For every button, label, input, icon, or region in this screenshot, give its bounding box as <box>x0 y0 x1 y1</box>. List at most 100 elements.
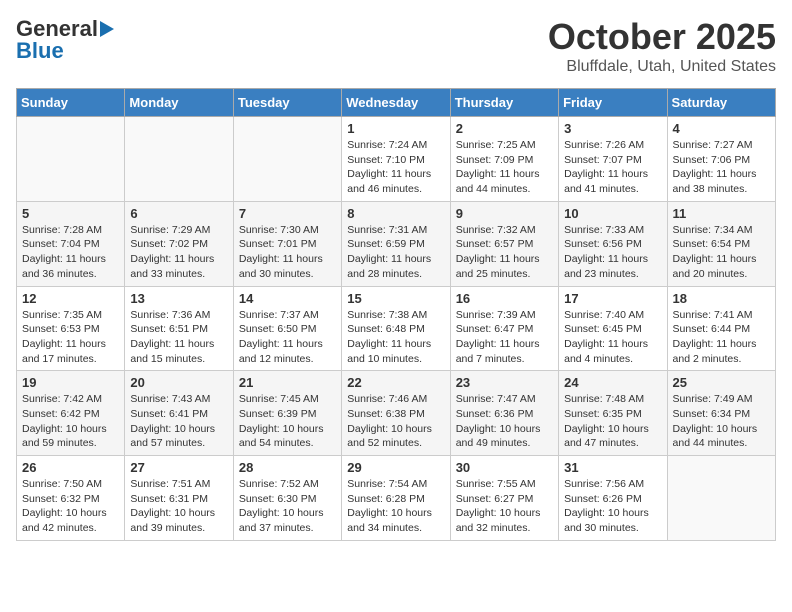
day-number: 12 <box>22 291 119 306</box>
day-info: Sunrise: 7:32 AM Sunset: 6:57 PM Dayligh… <box>456 223 553 282</box>
day-number: 9 <box>456 206 553 221</box>
day-header-tuesday: Tuesday <box>233 89 341 117</box>
day-info: Sunrise: 7:24 AM Sunset: 7:10 PM Dayligh… <box>347 138 444 197</box>
day-number: 22 <box>347 375 444 390</box>
day-number: 24 <box>564 375 661 390</box>
day-number: 20 <box>130 375 227 390</box>
day-number: 30 <box>456 460 553 475</box>
day-info: Sunrise: 7:48 AM Sunset: 6:35 PM Dayligh… <box>564 392 661 451</box>
day-info: Sunrise: 7:46 AM Sunset: 6:38 PM Dayligh… <box>347 392 444 451</box>
day-number: 17 <box>564 291 661 306</box>
day-info: Sunrise: 7:35 AM Sunset: 6:53 PM Dayligh… <box>22 308 119 367</box>
day-header-saturday: Saturday <box>667 89 775 117</box>
day-cell: 28 Sunrise: 7:52 AM Sunset: 6:30 PM Dayli… <box>233 456 341 541</box>
day-info: Sunrise: 7:39 AM Sunset: 6:47 PM Dayligh… <box>456 308 553 367</box>
day-number: 23 <box>456 375 553 390</box>
day-cell: 14 Sunrise: 7:37 AM Sunset: 6:50 PM Dayli… <box>233 286 341 371</box>
day-cell: 4 Sunrise: 7:27 AM Sunset: 7:06 PM Daylig… <box>667 117 775 202</box>
day-cell: 6 Sunrise: 7:29 AM Sunset: 7:02 PM Daylig… <box>125 201 233 286</box>
day-info: Sunrise: 7:51 AM Sunset: 6:31 PM Dayligh… <box>130 477 227 536</box>
day-info: Sunrise: 7:33 AM Sunset: 6:56 PM Dayligh… <box>564 223 661 282</box>
day-info: Sunrise: 7:30 AM Sunset: 7:01 PM Dayligh… <box>239 223 336 282</box>
page-header: General Blue October 2025 Bluffdale, Uta… <box>16 16 776 76</box>
day-info: Sunrise: 7:26 AM Sunset: 7:07 PM Dayligh… <box>564 138 661 197</box>
day-cell: 19 Sunrise: 7:42 AM Sunset: 6:42 PM Dayli… <box>17 371 125 456</box>
day-cell: 26Sunrise: 7:50 AM Sunset: 6:32 PM Dayli… <box>17 456 125 541</box>
day-header-wednesday: Wednesday <box>342 89 450 117</box>
day-cell: 7Sunrise: 7:30 AM Sunset: 7:01 PM Daylig… <box>233 201 341 286</box>
day-info: Sunrise: 7:40 AM Sunset: 6:45 PM Dayligh… <box>564 308 661 367</box>
day-cell: 17 Sunrise: 7:40 AM Sunset: 6:45 PM Dayli… <box>559 286 667 371</box>
day-info: Sunrise: 7:56 AM Sunset: 6:26 PM Dayligh… <box>564 477 661 536</box>
title-block: October 2025 Bluffdale, Utah, United Sta… <box>548 16 776 76</box>
logo: General Blue <box>16 16 114 64</box>
day-number: 26 <box>22 460 119 475</box>
day-info: Sunrise: 7:27 AM Sunset: 7:06 PM Dayligh… <box>673 138 770 197</box>
day-header-monday: Monday <box>125 89 233 117</box>
day-info: Sunrise: 7:43 AM Sunset: 6:41 PM Dayligh… <box>130 392 227 451</box>
day-info: Sunrise: 7:37 AM Sunset: 6:50 PM Dayligh… <box>239 308 336 367</box>
week-row-3: 12 Sunrise: 7:35 AM Sunset: 6:53 PM Dayli… <box>17 286 776 371</box>
day-cell <box>667 456 775 541</box>
week-row-5: 26Sunrise: 7:50 AM Sunset: 6:32 PM Dayli… <box>17 456 776 541</box>
day-info: Sunrise: 7:52 AM Sunset: 6:30 PM Dayligh… <box>239 477 336 536</box>
day-number: 1 <box>347 121 444 136</box>
day-number: 28 <box>239 460 336 475</box>
day-cell: 2 Sunrise: 7:25 AM Sunset: 7:09 PM Daylig… <box>450 117 558 202</box>
day-number: 3 <box>564 121 661 136</box>
day-info: Sunrise: 7:36 AM Sunset: 6:51 PM Dayligh… <box>130 308 227 367</box>
day-number: 19 <box>22 375 119 390</box>
day-cell: 20 Sunrise: 7:43 AM Sunset: 6:41 PM Dayli… <box>125 371 233 456</box>
day-number: 2 <box>456 121 553 136</box>
week-row-2: 5Sunrise: 7:28 AM Sunset: 7:04 PM Daylig… <box>17 201 776 286</box>
day-info: Sunrise: 7:25 AM Sunset: 7:09 PM Dayligh… <box>456 138 553 197</box>
day-cell: 18 Sunrise: 7:41 AM Sunset: 6:44 PM Dayli… <box>667 286 775 371</box>
day-cell: 22 Sunrise: 7:46 AM Sunset: 6:38 PM Dayli… <box>342 371 450 456</box>
day-number: 14 <box>239 291 336 306</box>
week-row-4: 19 Sunrise: 7:42 AM Sunset: 6:42 PM Dayli… <box>17 371 776 456</box>
day-cell <box>125 117 233 202</box>
day-number: 11 <box>673 206 770 221</box>
day-cell: 16 Sunrise: 7:39 AM Sunset: 6:47 PM Dayli… <box>450 286 558 371</box>
day-cell: 8 Sunrise: 7:31 AM Sunset: 6:59 PM Daylig… <box>342 201 450 286</box>
day-info: Sunrise: 7:31 AM Sunset: 6:59 PM Dayligh… <box>347 223 444 282</box>
day-cell: 27 Sunrise: 7:51 AM Sunset: 6:31 PM Dayli… <box>125 456 233 541</box>
day-info: Sunrise: 7:42 AM Sunset: 6:42 PM Dayligh… <box>22 392 119 451</box>
day-cell: 10Sunrise: 7:33 AM Sunset: 6:56 PM Dayli… <box>559 201 667 286</box>
day-number: 29 <box>347 460 444 475</box>
day-cell: 12 Sunrise: 7:35 AM Sunset: 6:53 PM Dayli… <box>17 286 125 371</box>
location: Bluffdale, Utah, United States <box>548 58 776 76</box>
day-info: Sunrise: 7:29 AM Sunset: 7:02 PM Dayligh… <box>130 223 227 282</box>
day-cell: 5Sunrise: 7:28 AM Sunset: 7:04 PM Daylig… <box>17 201 125 286</box>
day-cell: 13 Sunrise: 7:36 AM Sunset: 6:51 PM Dayli… <box>125 286 233 371</box>
day-number: 21 <box>239 375 336 390</box>
day-cell: 15 Sunrise: 7:38 AM Sunset: 6:48 PM Dayli… <box>342 286 450 371</box>
day-info: Sunrise: 7:34 AM Sunset: 6:54 PM Dayligh… <box>673 223 770 282</box>
day-cell <box>17 117 125 202</box>
day-number: 27 <box>130 460 227 475</box>
day-number: 6 <box>130 206 227 221</box>
day-number: 25 <box>673 375 770 390</box>
day-cell <box>233 117 341 202</box>
day-number: 4 <box>673 121 770 136</box>
day-number: 15 <box>347 291 444 306</box>
day-info: Sunrise: 7:54 AM Sunset: 6:28 PM Dayligh… <box>347 477 444 536</box>
day-cell: 21Sunrise: 7:45 AM Sunset: 6:39 PM Dayli… <box>233 371 341 456</box>
day-number: 16 <box>456 291 553 306</box>
logo-blue: Blue <box>16 38 64 64</box>
day-cell: 31 Sunrise: 7:56 AM Sunset: 6:26 PM Dayli… <box>559 456 667 541</box>
day-cell: 25Sunrise: 7:49 AM Sunset: 6:34 PM Dayli… <box>667 371 775 456</box>
week-row-1: 1 Sunrise: 7:24 AM Sunset: 7:10 PM Daylig… <box>17 117 776 202</box>
day-number: 13 <box>130 291 227 306</box>
day-info: Sunrise: 7:38 AM Sunset: 6:48 PM Dayligh… <box>347 308 444 367</box>
day-number: 31 <box>564 460 661 475</box>
day-header-thursday: Thursday <box>450 89 558 117</box>
day-header-sunday: Sunday <box>17 89 125 117</box>
day-number: 8 <box>347 206 444 221</box>
day-cell: 11 Sunrise: 7:34 AM Sunset: 6:54 PM Dayli… <box>667 201 775 286</box>
day-info: Sunrise: 7:41 AM Sunset: 6:44 PM Dayligh… <box>673 308 770 367</box>
day-info: Sunrise: 7:55 AM Sunset: 6:27 PM Dayligh… <box>456 477 553 536</box>
day-cell: 3 Sunrise: 7:26 AM Sunset: 7:07 PM Daylig… <box>559 117 667 202</box>
logo-arrow-icon <box>100 21 114 37</box>
day-number: 18 <box>673 291 770 306</box>
